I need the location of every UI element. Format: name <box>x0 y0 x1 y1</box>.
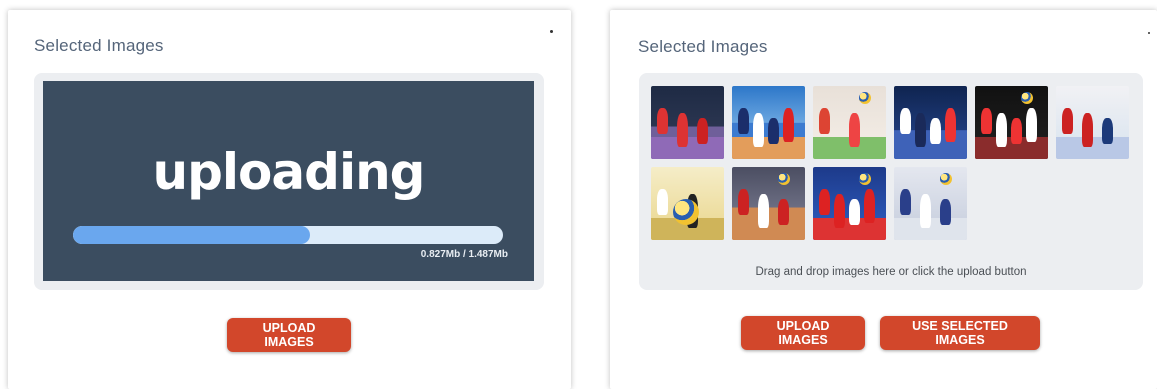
photo-player <box>1082 113 1093 147</box>
photo-player <box>697 118 708 144</box>
photo-player <box>738 108 749 134</box>
photo-player <box>900 108 911 134</box>
photo-player <box>915 113 926 147</box>
photo-player <box>768 118 779 144</box>
use-selected-images-button[interactable]: USE SELECTED IMAGES <box>880 316 1040 350</box>
selected-images-panel: Selected Images Drag and drop images her… <box>610 10 1157 389</box>
photo-player <box>849 199 860 225</box>
photo-player <box>834 194 845 228</box>
progress-readout: 0.827Mb / 1.487Mb <box>420 249 508 260</box>
volleyball-photo-3[interactable] <box>813 86 886 159</box>
photo-ball <box>940 173 952 185</box>
progress-bar <box>73 226 503 244</box>
image-dropzone[interactable]: Drag and drop images here or click the u… <box>639 73 1143 290</box>
upload-progress-panel: Selected Images uploading 0.827Mb / 1.48… <box>8 10 571 389</box>
photo-player <box>996 113 1007 147</box>
photo-player <box>900 189 911 215</box>
photo-player <box>1026 108 1037 142</box>
photo-player <box>864 189 875 223</box>
photo-player <box>753 113 764 147</box>
uploading-label: uploading <box>152 143 426 201</box>
volleyball-photo-7[interactable] <box>651 167 724 240</box>
photo-player <box>1102 118 1113 144</box>
photo-player <box>945 108 956 142</box>
progress-bar-fill <box>73 226 310 244</box>
panel-title: Selected Images <box>638 37 768 56</box>
volleyball-photo-1[interactable] <box>651 86 724 159</box>
image-dropzone[interactable]: uploading 0.827Mb / 1.487Mb <box>34 73 544 290</box>
corner-marker-icon <box>1148 32 1150 34</box>
panel-title: Selected Images <box>34 36 164 55</box>
photo-player <box>819 108 830 134</box>
photo-player <box>783 108 794 142</box>
photo-ball <box>859 92 871 104</box>
upload-images-button[interactable]: UPLOAD IMAGES <box>227 318 351 352</box>
photo-player <box>1062 108 1073 134</box>
photo-player <box>657 189 668 215</box>
photo-ball <box>1021 92 1033 104</box>
volleyball-photo-4[interactable] <box>894 86 967 159</box>
photo-player <box>920 194 931 228</box>
photo-player <box>930 118 941 144</box>
photo-player <box>657 108 668 134</box>
photo-player <box>1011 118 1022 144</box>
photo-player <box>758 194 769 228</box>
photo-ball <box>673 199 699 225</box>
volleyball-photo-2[interactable] <box>732 86 805 159</box>
volleyball-photo-10[interactable] <box>894 167 967 240</box>
photo-ball <box>859 173 871 185</box>
photo-ball <box>778 173 790 185</box>
drop-hint: Drag and drop images here or click the u… <box>755 266 1027 278</box>
photo-player <box>819 189 830 215</box>
uploading-overlay: uploading 0.827Mb / 1.487Mb <box>43 81 534 281</box>
photo-player <box>778 199 789 225</box>
corner-marker-icon <box>550 30 553 33</box>
volleyball-photo-9[interactable] <box>813 167 886 240</box>
photo-player <box>940 199 951 225</box>
volleyball-photo-8[interactable] <box>732 167 805 240</box>
volleyball-photo-6[interactable] <box>1056 86 1129 159</box>
photo-player <box>738 189 749 215</box>
upload-images-button[interactable]: UPLOAD IMAGES <box>741 316 865 350</box>
volleyball-photo-5[interactable] <box>975 86 1048 159</box>
photo-player <box>849 113 860 147</box>
photo-player <box>677 113 688 147</box>
photo-player <box>981 108 992 134</box>
